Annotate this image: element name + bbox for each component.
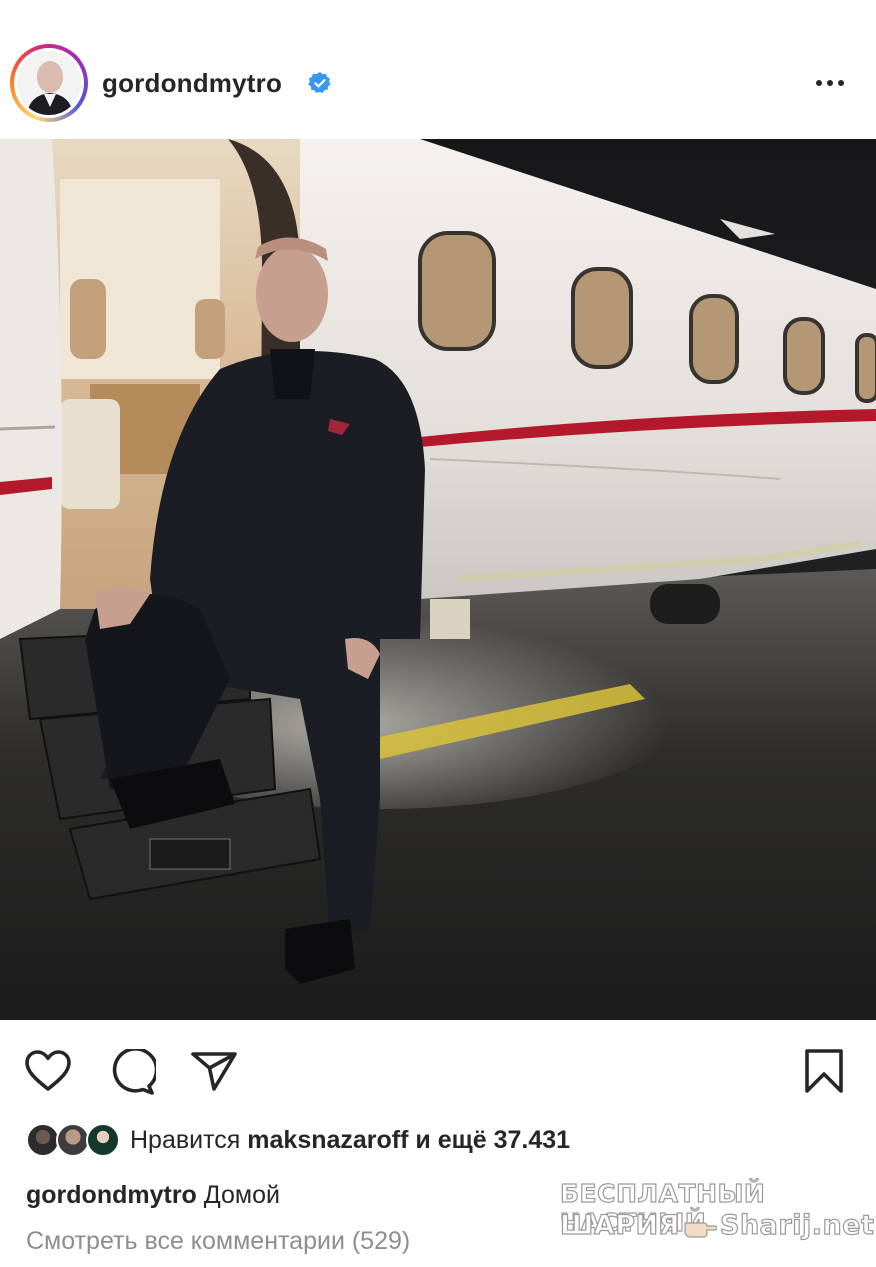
post-header: gordondmytro bbox=[0, 0, 876, 138]
like-heart-icon[interactable] bbox=[24, 1049, 72, 1093]
avatar[interactable] bbox=[17, 51, 81, 115]
jet-photo-image bbox=[0, 139, 876, 1020]
story-ring[interactable] bbox=[10, 44, 88, 122]
post-username[interactable]: gordondmytro bbox=[102, 68, 282, 99]
post-caption: gordondmytro Домой bbox=[26, 1181, 280, 1210]
likes-count[interactable]: 37.431 bbox=[494, 1126, 570, 1154]
view-all-comments-link[interactable]: Смотреть все комментарии (529) bbox=[26, 1227, 410, 1256]
liker-avatar[interactable] bbox=[56, 1123, 90, 1157]
likes-summary[interactable]: Нравится maksnazaroff и ещё 37.431 bbox=[130, 1126, 570, 1155]
liker-avatar[interactable] bbox=[26, 1123, 60, 1157]
liked-by-username[interactable]: maksnazaroff bbox=[247, 1126, 408, 1154]
more-options-icon[interactable] bbox=[808, 70, 852, 96]
verified-badge-icon bbox=[308, 72, 331, 93]
comment-icon[interactable] bbox=[106, 1049, 156, 1095]
save-bookmark-icon[interactable] bbox=[803, 1048, 845, 1094]
liker-avatar[interactable] bbox=[86, 1123, 120, 1157]
likes-conjunction: и ещё bbox=[415, 1126, 487, 1154]
pointing-hand-icon bbox=[684, 1222, 717, 1238]
watermark-line2b: Sharij.net bbox=[719, 1209, 875, 1241]
caption-username[interactable]: gordondmytro bbox=[26, 1181, 197, 1209]
likes-prefix: Нравится bbox=[130, 1126, 241, 1154]
post-photo[interactable] bbox=[0, 139, 876, 1020]
avatar-image bbox=[17, 51, 81, 115]
share-send-icon[interactable] bbox=[190, 1050, 238, 1092]
caption-text: Домой bbox=[203, 1181, 280, 1209]
watermark-line2a: ШАРИЯ bbox=[559, 1209, 680, 1241]
